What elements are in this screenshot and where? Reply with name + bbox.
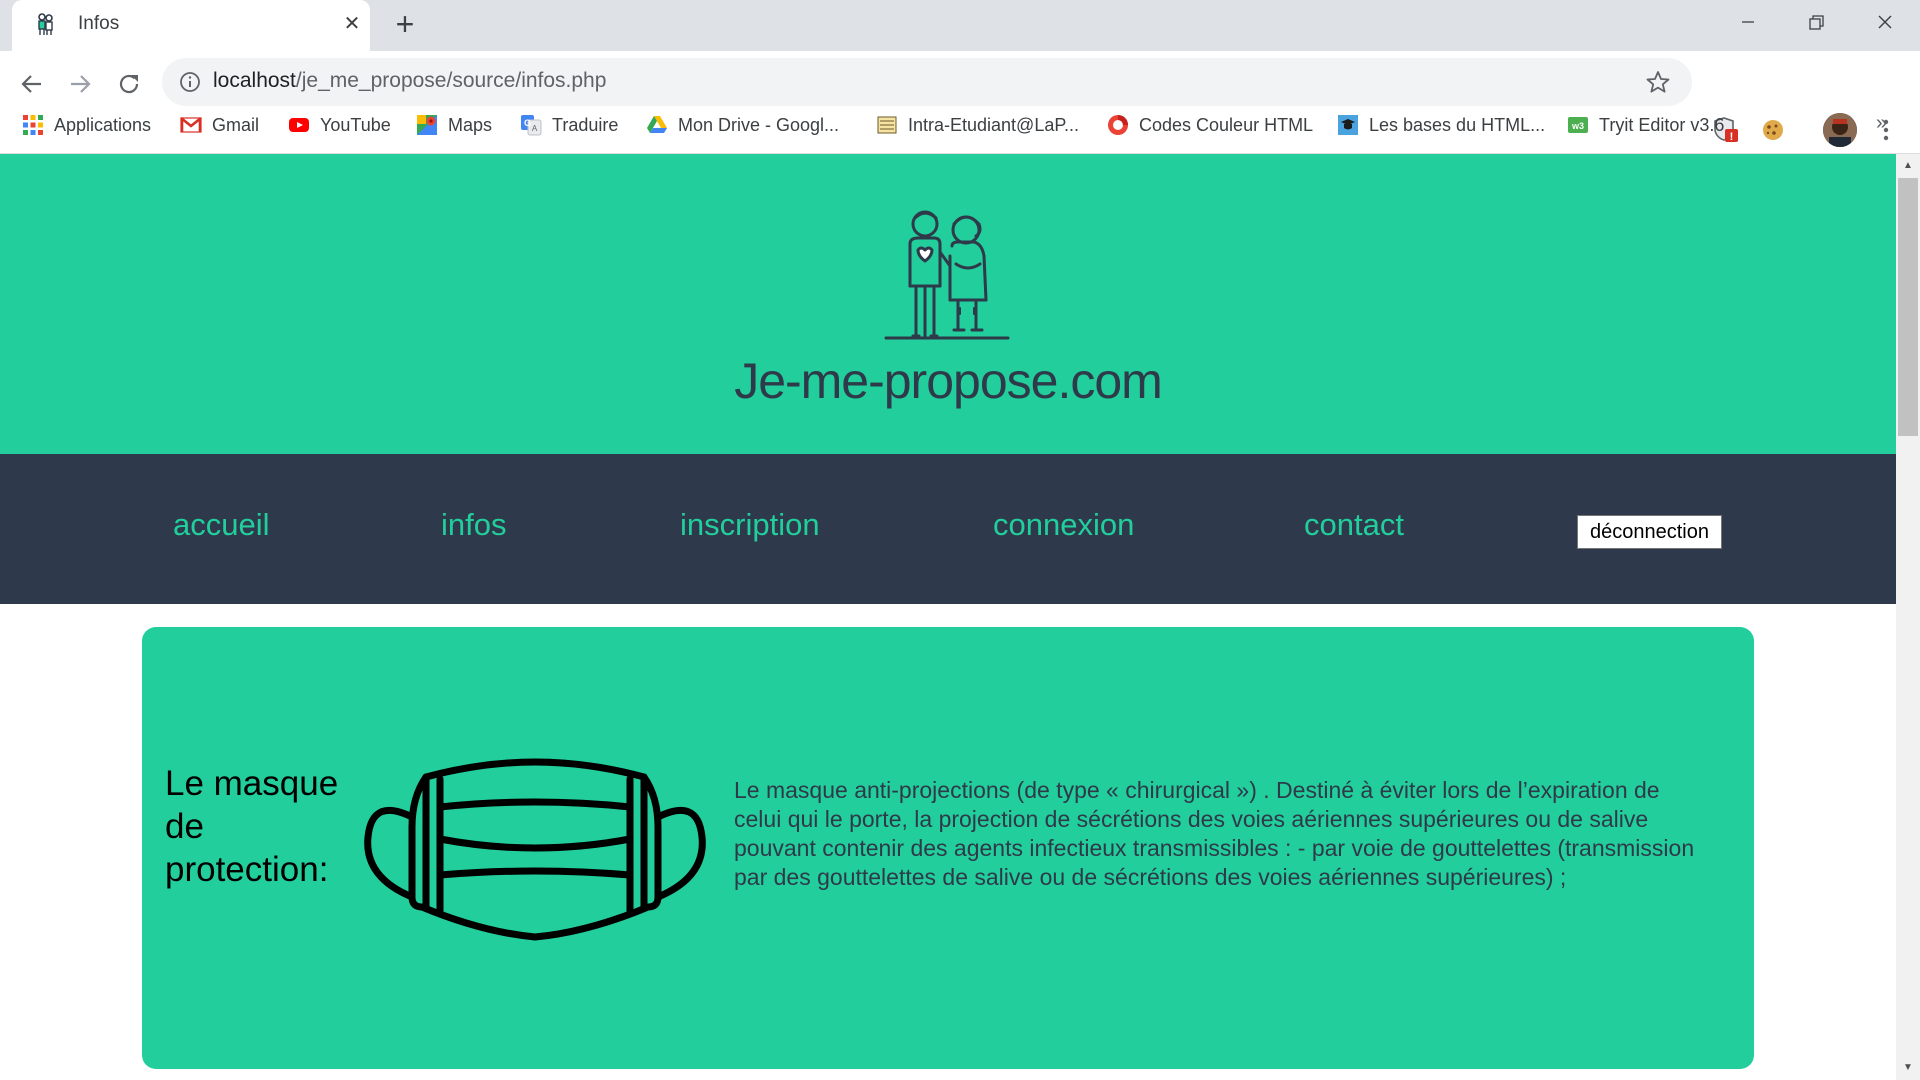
bookmark-intra[interactable]: Intra-Etudiant@LaP... (876, 108, 1079, 142)
nav-link-inscription[interactable]: inscription (680, 507, 820, 543)
main-navigation: accueil infos inscription connexion cont… (0, 454, 1896, 604)
nav-link-infos[interactable]: infos (441, 507, 506, 543)
site-info-icon[interactable] (178, 70, 202, 94)
bookmark-label: Traduire (552, 114, 619, 135)
bookmark-traduire[interactable]: GA Traduire (520, 108, 618, 142)
tab-close-icon[interactable]: ✕ (339, 11, 365, 37)
face-mask-icon (364, 758, 706, 941)
scroll-down-arrow-icon[interactable]: ▼ (1898, 1058, 1918, 1078)
page-viewport: Je-me-propose.com accueil infos inscript… (0, 154, 1896, 1080)
bookmark-label: Intra-Etudiant@LaP... (908, 114, 1080, 135)
color-codes-icon (1108, 115, 1128, 135)
gmail-icon (180, 116, 202, 133)
browser-tab-active[interactable]: Infos ✕ (12, 0, 370, 51)
bookmark-tryit[interactable]: w3 Tryit Editor v3.6 (1567, 108, 1724, 142)
back-arrow-icon[interactable] (13, 65, 51, 103)
site-header: Je-me-propose.com (0, 154, 1896, 454)
translate-icon: GA (521, 115, 542, 136)
bookmark-label: Maps (448, 114, 493, 135)
card-description: Le masque anti-projections (de type « ch… (734, 777, 1695, 890)
svg-text:w3: w3 (1571, 121, 1584, 131)
nav-link-contact[interactable]: contact (1304, 507, 1404, 543)
tab-title: Infos (78, 13, 120, 34)
bookmark-gmail[interactable]: Gmail (180, 108, 259, 142)
apps-grid-icon (23, 115, 43, 135)
window-restore-icon[interactable] (1786, 4, 1846, 40)
bookmark-label: Mon Drive - Googl... (678, 114, 840, 135)
bookmark-codes-couleur[interactable]: Codes Couleur HTML (1107, 108, 1313, 142)
info-card: Le masque de protection: Le masque anti-… (142, 627, 1754, 1069)
bookmark-youtube[interactable]: YouTube (288, 108, 391, 142)
w3schools-icon: w3 (1568, 117, 1588, 133)
nav-link-connexion[interactable]: connexion (993, 507, 1134, 543)
maps-icon (417, 115, 437, 135)
elderly-couple-logo-icon (884, 210, 1010, 340)
bookmark-label: YouTube (320, 114, 391, 135)
bookmark-star-icon[interactable] (1645, 69, 1671, 95)
bookmark-label: Les bases du HTML... (1369, 114, 1546, 135)
window-minimize-icon[interactable] (1718, 4, 1778, 40)
svg-text:A: A (532, 124, 538, 133)
nav-link-accueil[interactable]: accueil (173, 507, 270, 543)
bookmark-label: Codes Couleur HTML (1139, 114, 1314, 135)
elderly-couple-favicon-icon (38, 13, 53, 35)
url-host: localhost (213, 69, 296, 92)
bookmark-drive[interactable]: Mon Drive - Googl... (646, 108, 839, 142)
browser-tab-strip: Infos ✕ + (0, 0, 1920, 51)
new-tab-icon[interactable]: + (389, 8, 421, 41)
site-title: Je-me-propose.com (734, 353, 1163, 409)
window-close-icon[interactable] (1855, 4, 1915, 40)
reload-icon[interactable] (110, 65, 148, 103)
intra-icon (877, 116, 897, 134)
svg-text:G: G (524, 118, 531, 128)
bookmark-bases-html[interactable]: Les bases du HTML... (1337, 108, 1545, 142)
youtube-icon (289, 118, 309, 132)
bookmarks-bar: Applications Gmail YouTube Maps GA Tradu… (0, 108, 1920, 150)
forward-arrow-icon[interactable] (61, 65, 99, 103)
scroll-up-arrow-icon[interactable]: ▲ (1898, 156, 1918, 176)
bookmark-applications[interactable]: Applications (22, 108, 151, 142)
logout-button[interactable]: déconnection (1577, 515, 1722, 549)
url-path: /je_me_propose/source/infos.php (295, 69, 607, 92)
address-bar[interactable]: localhost/je_me_propose/source/infos.php (162, 58, 1692, 106)
html-bases-icon (1338, 115, 1358, 135)
url-text: localhost/je_me_propose/source/infos.php (213, 69, 606, 93)
bookmark-label: Tryit Editor v3.6 (1599, 114, 1725, 135)
bookmark-label: Applications (54, 114, 152, 135)
bookmark-label: Gmail (212, 114, 260, 135)
scrollbar-thumb[interactable] (1898, 178, 1918, 436)
card-title: Le masque de protection: (165, 764, 339, 889)
drive-icon (647, 116, 667, 133)
bookmark-maps[interactable]: Maps (416, 108, 492, 142)
bookmarks-overflow-icon[interactable]: » (1876, 112, 1887, 135)
